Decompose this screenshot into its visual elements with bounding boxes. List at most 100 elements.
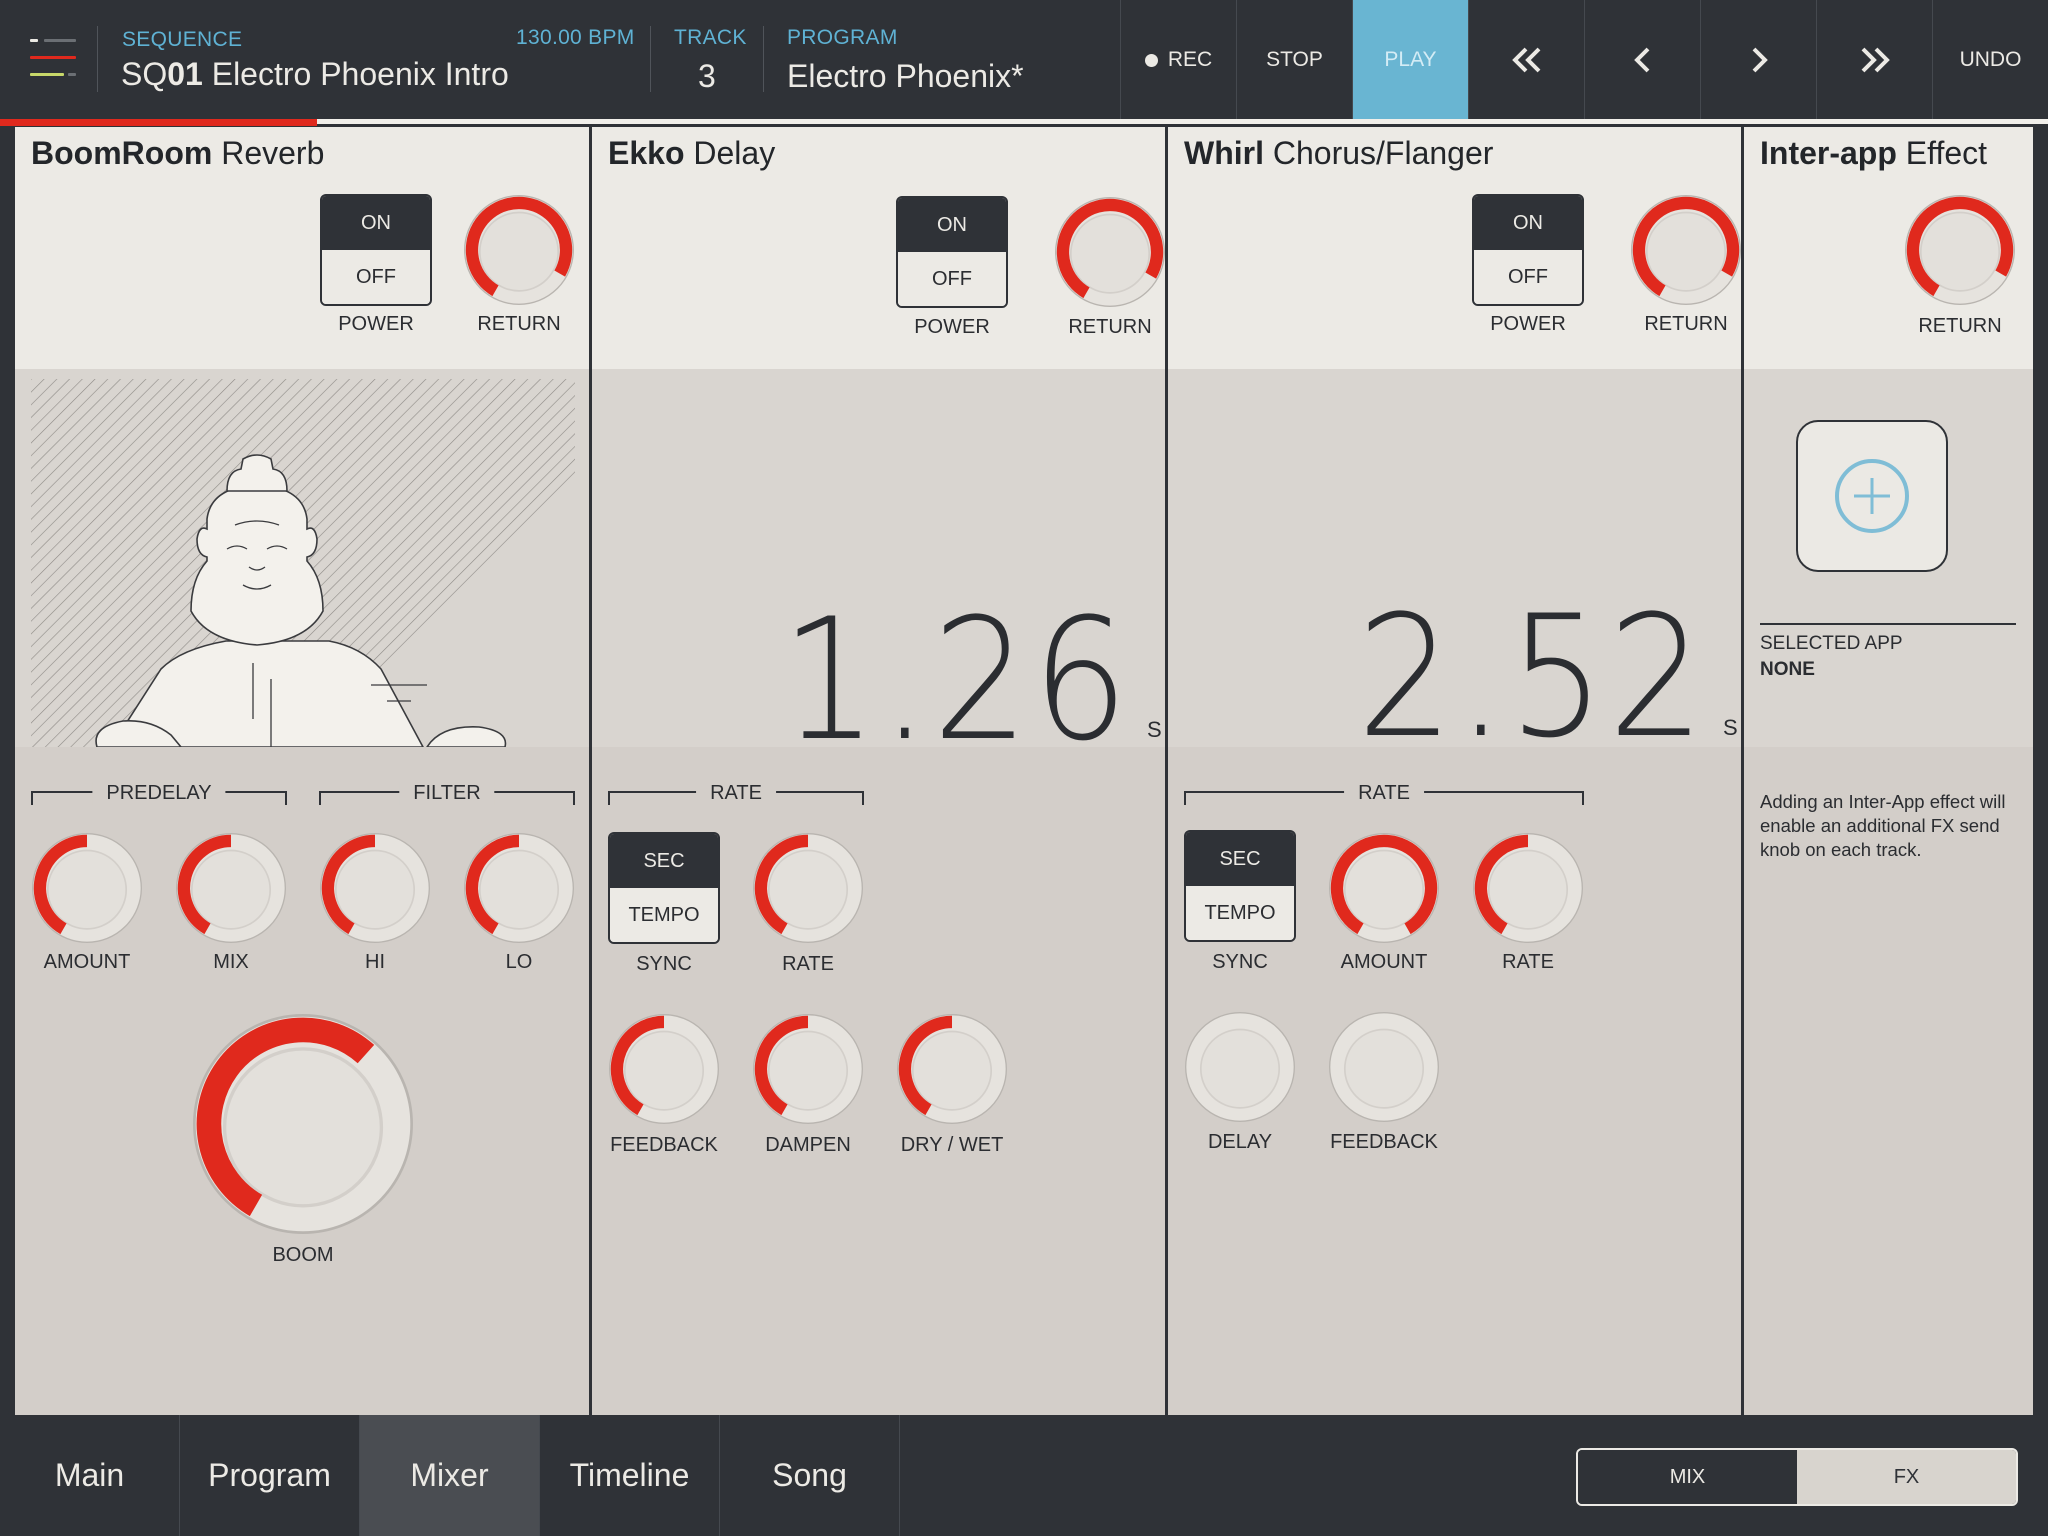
program-name[interactable]: Electro Phoenix* xyxy=(787,58,1024,95)
dampen-knob[interactable] xyxy=(752,1013,864,1125)
delay-time-display: 1.26 xyxy=(780,582,1132,778)
power-off-option[interactable]: OFF xyxy=(1474,250,1582,304)
plus-circle-icon xyxy=(1835,459,1909,533)
power-on-option[interactable]: ON xyxy=(898,198,1006,252)
panel-title: Whirl Chorus/Flanger xyxy=(1184,135,1494,171)
chevron-left-icon xyxy=(1633,47,1649,73)
power-on-option[interactable]: ON xyxy=(1474,196,1582,250)
return-label: RETURN xyxy=(1918,315,2002,337)
sync-tempo-option[interactable]: TEMPO xyxy=(610,888,718,942)
hi-filter-knob[interactable] xyxy=(319,832,431,944)
tab-mixer[interactable]: Mixer xyxy=(360,1415,540,1536)
selected-app-divider xyxy=(1760,623,2016,625)
inter-app-description: Adding an Inter-App effect will enable a… xyxy=(1760,791,2006,860)
sequence-progress-fill xyxy=(0,119,318,126)
delay-knob[interactable] xyxy=(1184,1011,1296,1123)
stop-button[interactable]: STOP xyxy=(1236,0,1352,120)
lo-label: LO xyxy=(505,951,533,973)
hamburger-menu-icon[interactable] xyxy=(30,34,76,84)
tab-main[interactable]: Main xyxy=(0,1415,180,1536)
undo-button[interactable]: UNDO xyxy=(1932,0,2048,120)
sync-toggle[interactable]: SEC TEMPO xyxy=(608,832,720,944)
mix-label: MIX xyxy=(213,951,249,973)
bpm-display[interactable]: 130.00 BPM xyxy=(516,26,635,50)
boom-knob[interactable] xyxy=(191,1012,415,1236)
mix-fx-toggle[interactable]: MIX FX xyxy=(1576,1448,2018,1506)
chorus-flanger-panel: Whirl Chorus/Flanger ON OFF POWER RETURN… xyxy=(1168,127,1742,1415)
amount-label: AMOUNT xyxy=(1340,951,1428,973)
fx-view-button[interactable]: FX xyxy=(1797,1450,2016,1504)
sync-tempo-option[interactable]: TEMPO xyxy=(1186,886,1294,940)
play-button[interactable]: PLAY xyxy=(1352,0,1468,120)
feedback-knob[interactable] xyxy=(608,1013,720,1125)
delay-label: DELAY xyxy=(1207,1131,1273,1153)
transport-bar: SEQUENCE 130.00 BPM SQ01 Electro Phoenix… xyxy=(0,0,2048,120)
feedback-label: FEEDBACK xyxy=(610,1134,718,1156)
double-chevron-right-icon xyxy=(1861,47,1890,73)
panel-title: BoomRoom Reverb xyxy=(31,135,325,171)
sync-sec-option[interactable]: SEC xyxy=(1186,832,1294,886)
sequence-name[interactable]: SQ01 Electro Phoenix Intro xyxy=(121,56,509,93)
delay-panel: Ekko Delay ON OFF POWER RETURN 1.26 S RA… xyxy=(592,127,1166,1415)
feedback-knob[interactable] xyxy=(1328,1011,1440,1123)
return-label: RETURN xyxy=(1068,316,1152,338)
return-knob[interactable] xyxy=(1630,194,1742,306)
rate-label: RATE xyxy=(782,953,834,975)
sync-label: SYNC xyxy=(1212,951,1268,973)
amount-label: AMOUNT xyxy=(43,951,131,973)
mix-view-button[interactable]: MIX xyxy=(1578,1450,1797,1504)
sync-label: SYNC xyxy=(636,953,692,975)
power-toggle[interactable]: ON OFF xyxy=(1472,194,1584,306)
power-toggle[interactable]: ON OFF xyxy=(896,196,1008,308)
record-button[interactable]: REC xyxy=(1120,0,1236,120)
return-label: RETURN xyxy=(1644,313,1728,335)
inter-app-panel: Inter-app Effect RETURN SELECTED APP NON… xyxy=(1744,127,2033,1415)
return-knob[interactable] xyxy=(463,194,575,306)
panel-title: Ekko Delay xyxy=(608,135,776,171)
add-inter-app-button[interactable] xyxy=(1796,420,1948,572)
record-dot-icon xyxy=(1144,53,1158,67)
rate-group: RATE xyxy=(608,782,864,805)
rate-group: RATE xyxy=(1184,782,1584,805)
sync-toggle[interactable]: SEC TEMPO xyxy=(1184,830,1296,942)
chorus-time-unit: S xyxy=(1723,715,1738,740)
rate-knob[interactable] xyxy=(1472,832,1584,944)
amount-knob[interactable] xyxy=(1328,832,1440,944)
power-label: POWER xyxy=(1490,313,1566,335)
boom-label: BOOM xyxy=(272,1244,334,1266)
delay-time-unit: S xyxy=(1147,717,1162,742)
power-toggle[interactable]: ON OFF xyxy=(320,194,432,306)
selected-app-value: NONE xyxy=(1760,659,1815,680)
rate-knob[interactable] xyxy=(752,832,864,944)
selected-app-label: SELECTED APP xyxy=(1760,633,1903,654)
dry-wet-knob[interactable] xyxy=(896,1013,1008,1125)
return-label: RETURN xyxy=(477,313,561,335)
power-off-option[interactable]: OFF xyxy=(898,252,1006,306)
lo-filter-knob[interactable] xyxy=(463,832,575,944)
previous-button[interactable] xyxy=(1584,0,1700,120)
tab-program[interactable]: Program xyxy=(180,1415,360,1536)
mix-knob[interactable] xyxy=(175,832,287,944)
hi-label: HI xyxy=(365,951,385,973)
chorus-time-display: 2.52 xyxy=(1356,579,1708,775)
tab-timeline[interactable]: Timeline xyxy=(540,1415,720,1536)
power-off-option[interactable]: OFF xyxy=(322,250,430,304)
return-knob[interactable] xyxy=(1054,196,1166,308)
predelay-group: PREDELAY xyxy=(31,782,287,805)
sync-sec-option[interactable]: SEC xyxy=(610,834,718,888)
panel-title: Inter-app Effect xyxy=(1760,135,1988,171)
bottom-navigation: Main Program Mixer Timeline Song MIX FX xyxy=(0,1415,2048,1536)
rate-label: RATE xyxy=(1502,951,1554,973)
fast-forward-button[interactable] xyxy=(1816,0,1932,120)
reverb-panel: BoomRoom Reverb ON OFF POWER RETURN PRED… xyxy=(15,127,591,1415)
return-knob[interactable] xyxy=(1904,194,2016,306)
power-on-option[interactable]: ON xyxy=(322,196,430,250)
next-button[interactable] xyxy=(1700,0,1816,120)
tab-song[interactable]: Song xyxy=(720,1415,900,1536)
amount-knob[interactable] xyxy=(31,832,143,944)
track-value[interactable]: 3 xyxy=(698,58,716,95)
power-label: POWER xyxy=(338,313,414,335)
dampen-label: DAMPEN xyxy=(765,1134,851,1156)
double-chevron-left-icon xyxy=(1511,47,1540,73)
rewind-button[interactable] xyxy=(1468,0,1584,120)
